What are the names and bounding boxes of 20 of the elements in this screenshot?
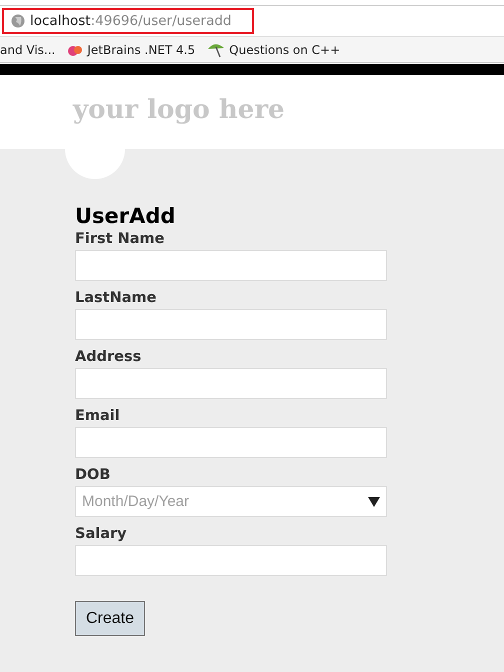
bookmark-link[interactable]: JetBrains .NET 4.5: [87, 42, 196, 56]
bookmark-link[interactable]: Questions on C++: [229, 42, 340, 56]
input-field[interactable]: [75, 250, 387, 281]
input-field[interactable]: [75, 368, 387, 399]
dropdown-arrow-icon[interactable]: [368, 496, 380, 506]
field-label: LastName: [75, 290, 158, 306]
page-title: UserAdd: [75, 204, 176, 228]
bookmark-link[interactable]: and Vis...: [0, 42, 56, 56]
umbrella-icon: [207, 42, 226, 58]
field-label: Email: [75, 408, 121, 424]
input-field[interactable]: [75, 427, 387, 458]
input-field[interactable]: [75, 545, 387, 576]
field-label: First Name: [75, 231, 166, 247]
date-placeholder: Month/Day/Year: [82, 493, 190, 510]
field-label: Salary: [75, 526, 128, 542]
globe-icon: [11, 14, 25, 28]
field-label: DOB: [75, 467, 112, 483]
create-button[interactable]: Create: [75, 601, 145, 636]
field-label: Address: [75, 349, 142, 365]
input-field[interactable]: [75, 309, 387, 340]
